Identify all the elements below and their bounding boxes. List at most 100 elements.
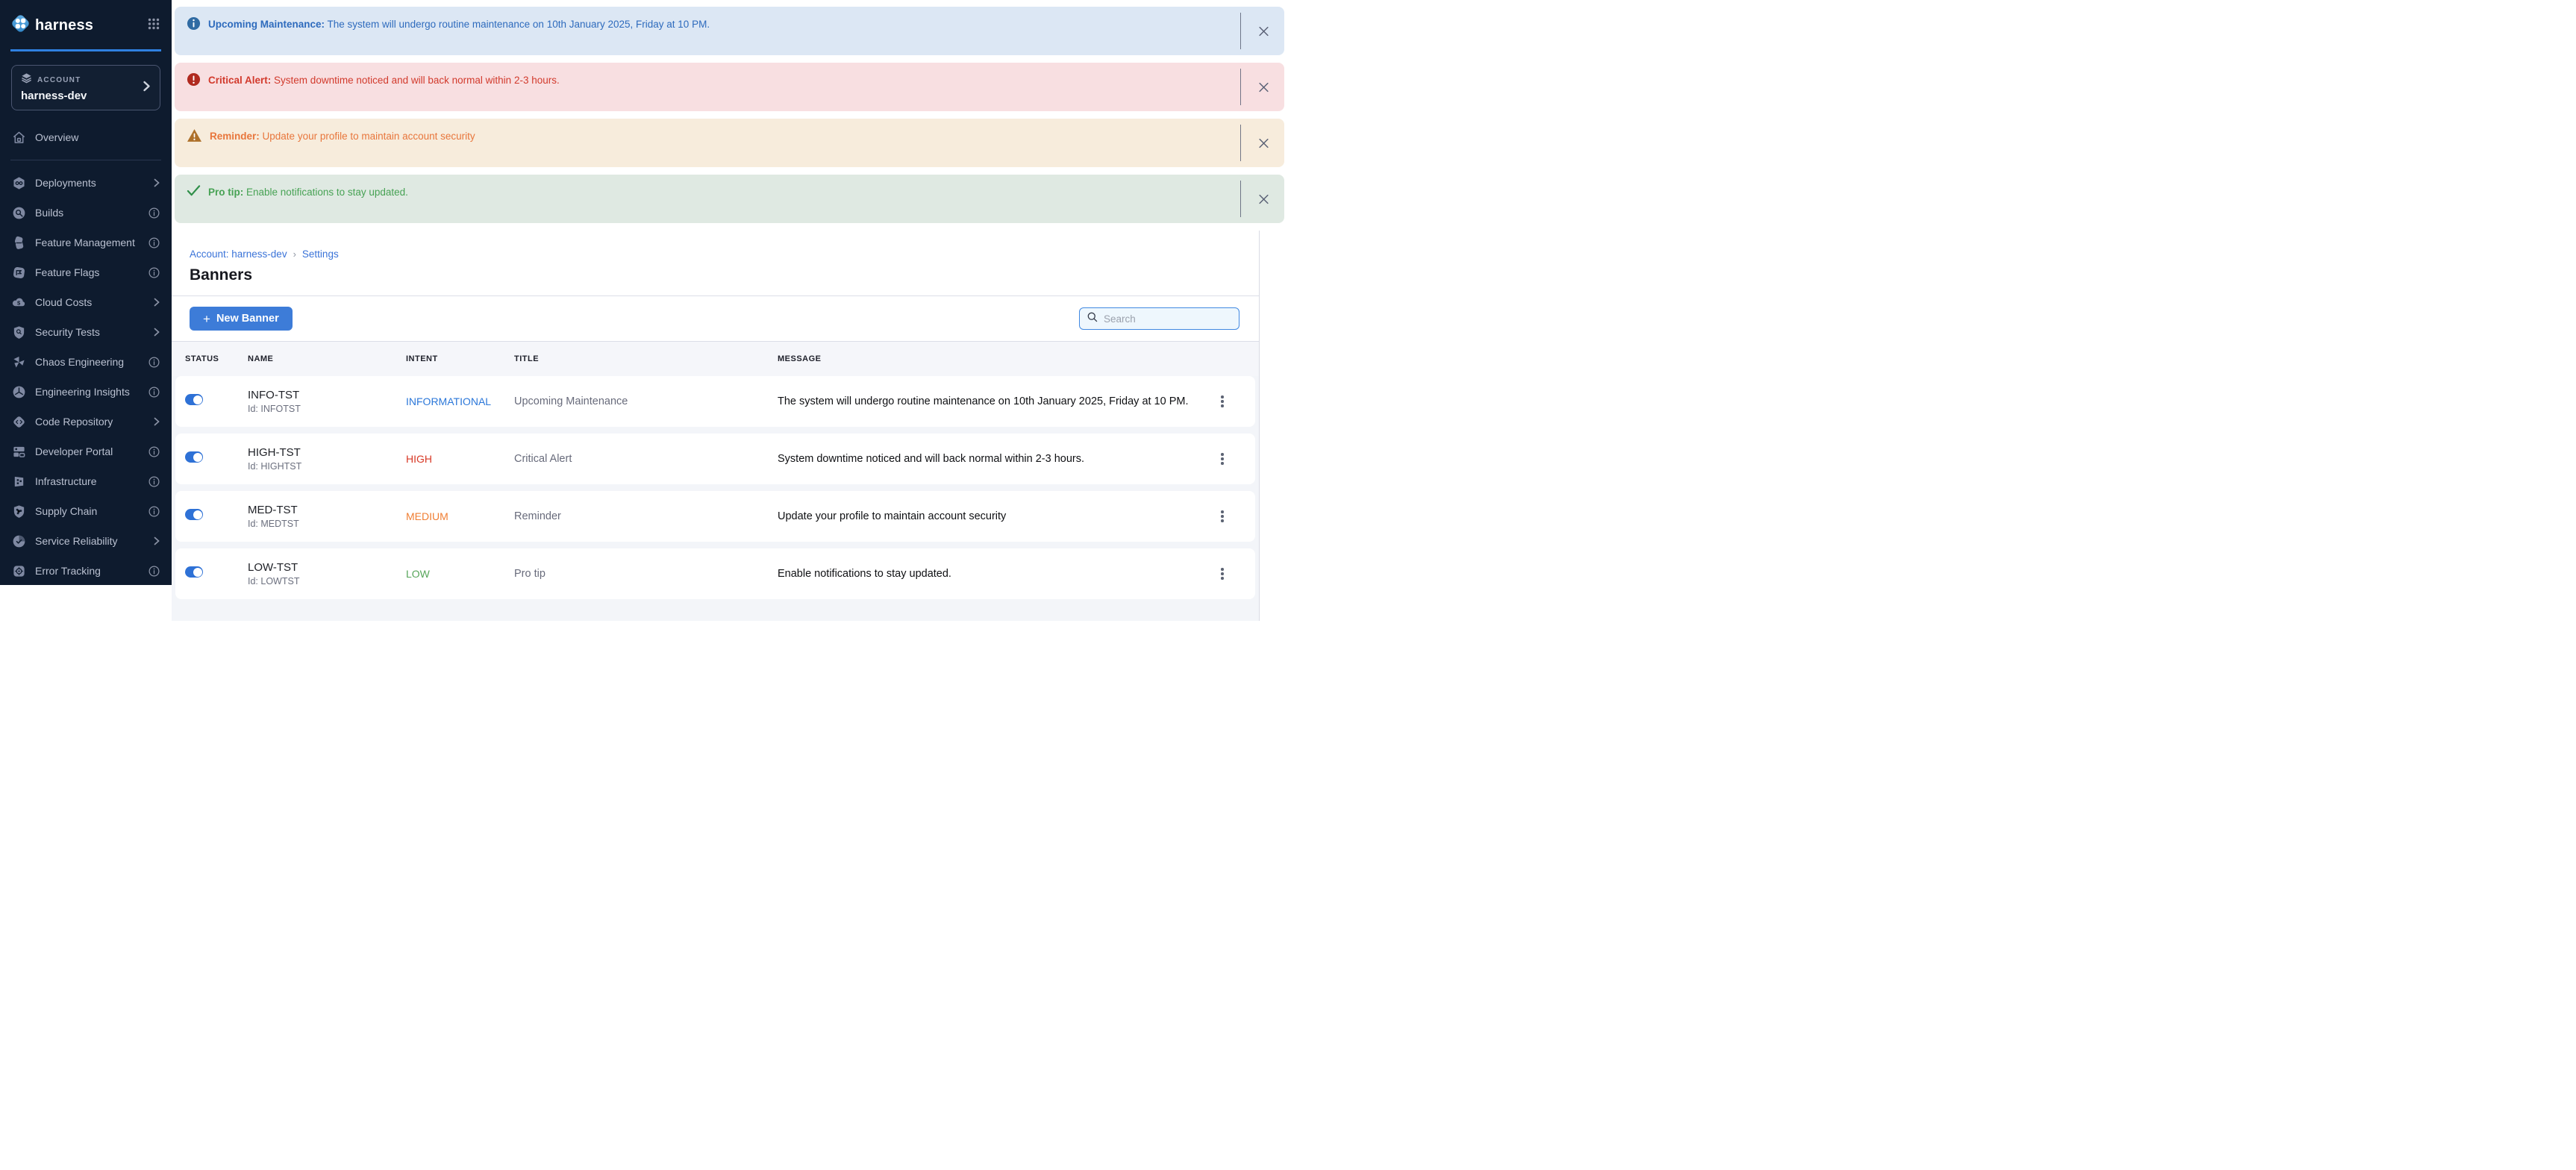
main-area: Upcoming Maintenance: The system will un… bbox=[172, 0, 1288, 585]
banner-bold-text: Pro tip: bbox=[208, 187, 243, 198]
table-body: INFO-TSTId: INFOTST INFORMATIONAL Upcomi… bbox=[172, 376, 1259, 621]
sidebar-item-developer-portal[interactable]: Developer Portal bbox=[0, 437, 172, 466]
table-row: LOW-TST Id: LOWTST LOW Pro tip Enable not… bbox=[175, 548, 1255, 599]
banner-informational: Upcoming Maintenance: The system will un… bbox=[175, 7, 1284, 55]
breadcrumb: Account: harness-dev › Settings bbox=[190, 248, 1241, 260]
banner-message: Enable notifications to stay updated. bbox=[246, 187, 408, 198]
sidebar-item-supply-chain[interactable]: Supply Chain bbox=[0, 496, 172, 526]
banner-id: Id: INFOTST bbox=[248, 404, 406, 414]
account-label: ACCOUNT bbox=[37, 76, 81, 84]
info-icon bbox=[149, 267, 160, 278]
table-header: STATUS NAME INTENT TITLE MESSAGE bbox=[172, 341, 1259, 376]
column-header-status: STATUS bbox=[185, 354, 248, 363]
banner-message: System downtime noticed and will back no… bbox=[274, 75, 560, 86]
sidebar-item-builds[interactable]: Builds bbox=[0, 198, 172, 228]
page-title: Banners bbox=[190, 266, 1241, 295]
close-icon[interactable] bbox=[1254, 77, 1274, 97]
close-icon[interactable] bbox=[1254, 189, 1274, 209]
logo-row: harness bbox=[0, 0, 172, 48]
feature-management-icon bbox=[12, 236, 26, 250]
harness-logo-icon bbox=[10, 13, 31, 37]
sidebar-item-overview[interactable]: Overview bbox=[0, 122, 172, 152]
info-icon bbox=[149, 566, 160, 577]
banner-message: The system will undergo routine maintena… bbox=[328, 19, 710, 30]
info-icon bbox=[149, 387, 160, 398]
status-toggle[interactable] bbox=[185, 394, 203, 405]
table-row: INFO-TSTId: INFOTST INFORMATIONAL Upcomi… bbox=[175, 376, 1255, 427]
banner-divider bbox=[1240, 125, 1241, 161]
account-name: harness-dev bbox=[21, 90, 151, 102]
sidebar-item-engineering-insights[interactable]: Engineering Insights bbox=[0, 377, 172, 407]
breadcrumb-settings-link[interactable]: Settings bbox=[302, 248, 339, 260]
message-value: Enable notifications to stay updated. bbox=[778, 568, 1216, 580]
intent-value: HIGH bbox=[406, 453, 514, 465]
column-header-name: NAME bbox=[248, 354, 406, 363]
search-input[interactable] bbox=[1104, 313, 1231, 325]
status-toggle[interactable] bbox=[185, 509, 203, 520]
message-value: The system will undergo routine maintena… bbox=[778, 395, 1216, 407]
info-circle-icon bbox=[187, 16, 201, 33]
row-menu-icon[interactable] bbox=[1216, 506, 1228, 527]
deployments-icon bbox=[12, 176, 26, 190]
chevron-right-icon bbox=[154, 536, 160, 545]
chevron-right-icon bbox=[143, 80, 151, 96]
service-reliability-icon bbox=[12, 534, 26, 548]
banner-bold-text: Critical Alert: bbox=[208, 75, 271, 86]
apps-grid-icon[interactable] bbox=[148, 18, 160, 34]
banner-bold-text: Reminder: bbox=[210, 131, 260, 142]
status-toggle[interactable] bbox=[185, 451, 203, 463]
chevron-right-icon bbox=[154, 417, 160, 426]
info-icon bbox=[149, 476, 160, 487]
banner-name: MED-TST bbox=[248, 504, 406, 516]
close-icon[interactable] bbox=[1254, 133, 1274, 153]
row-menu-icon[interactable] bbox=[1216, 563, 1228, 584]
toggle-knob bbox=[193, 510, 202, 519]
sidebar-item-chaos-engineering[interactable]: Chaos Engineering bbox=[0, 347, 172, 377]
toggle-knob bbox=[193, 453, 202, 462]
toggle-knob bbox=[193, 568, 202, 577]
breadcrumb-separator: › bbox=[293, 248, 296, 260]
status-toggle[interactable] bbox=[185, 566, 203, 578]
banner-divider bbox=[1240, 13, 1241, 49]
column-header-intent: INTENT bbox=[406, 354, 514, 363]
column-header-title: TITLE bbox=[514, 354, 778, 363]
column-header-message: MESSAGE bbox=[778, 354, 1220, 363]
banner-critical: Critical Alert: System downtime noticed … bbox=[175, 63, 1284, 111]
toggle-knob bbox=[193, 395, 202, 404]
title-value: Upcoming Maintenance bbox=[514, 395, 778, 407]
intent-value: INFORMATIONAL bbox=[406, 395, 514, 407]
plus-icon: + bbox=[203, 313, 210, 325]
sidebar-item-code-repository[interactable]: Code Repository bbox=[0, 407, 172, 437]
toolbar: + New Banner bbox=[172, 296, 1259, 341]
new-banner-label: New Banner bbox=[216, 313, 279, 325]
sidebar-accent-divider bbox=[10, 49, 161, 51]
sidebar-item-error-tracking[interactable]: Error Tracking bbox=[0, 556, 172, 586]
sidebar-item-service-reliability[interactable]: Service Reliability bbox=[0, 526, 172, 556]
title-value: Critical Alert bbox=[514, 453, 778, 465]
sidebar-item-deployments[interactable]: Deployments bbox=[0, 168, 172, 198]
chevron-right-icon bbox=[154, 178, 160, 187]
account-selector[interactable]: ACCOUNT harness-dev bbox=[11, 65, 160, 110]
row-menu-icon[interactable] bbox=[1216, 391, 1228, 412]
security-tests-icon bbox=[12, 325, 26, 340]
sidebar-item-cloud-costs[interactable]: $ Cloud Costs bbox=[0, 287, 172, 317]
code-repository-icon bbox=[12, 415, 26, 429]
intent-value: LOW bbox=[406, 568, 514, 580]
new-banner-button[interactable]: + New Banner bbox=[190, 307, 293, 331]
info-icon bbox=[149, 237, 160, 248]
home-icon bbox=[12, 131, 26, 145]
banner-id: Id: LOWTST bbox=[248, 576, 406, 586]
row-menu-icon[interactable] bbox=[1216, 448, 1228, 469]
breadcrumb-account-link[interactable]: Account: harness-dev bbox=[190, 248, 287, 260]
close-icon[interactable] bbox=[1254, 21, 1274, 41]
table-row: HIGH-TSTId: HIGHTST HIGH Critical Alert … bbox=[175, 434, 1255, 484]
banner-name: LOW-TST bbox=[248, 561, 406, 574]
sidebar-item-security-tests[interactable]: Security Tests bbox=[0, 317, 172, 347]
sidebar-item-infrastructure[interactable]: Infrastructure bbox=[0, 466, 172, 496]
sidebar-item-feature-management[interactable]: Feature Management bbox=[0, 228, 172, 257]
info-icon bbox=[149, 446, 160, 457]
sidebar-item-feature-flags[interactable]: Feature Flags bbox=[0, 257, 172, 287]
banner-pro-tip: Pro tip: Enable notifications to stay up… bbox=[175, 175, 1284, 223]
banner-id: Id: HIGHTST bbox=[248, 461, 406, 472]
title-value: Pro tip bbox=[514, 568, 778, 580]
